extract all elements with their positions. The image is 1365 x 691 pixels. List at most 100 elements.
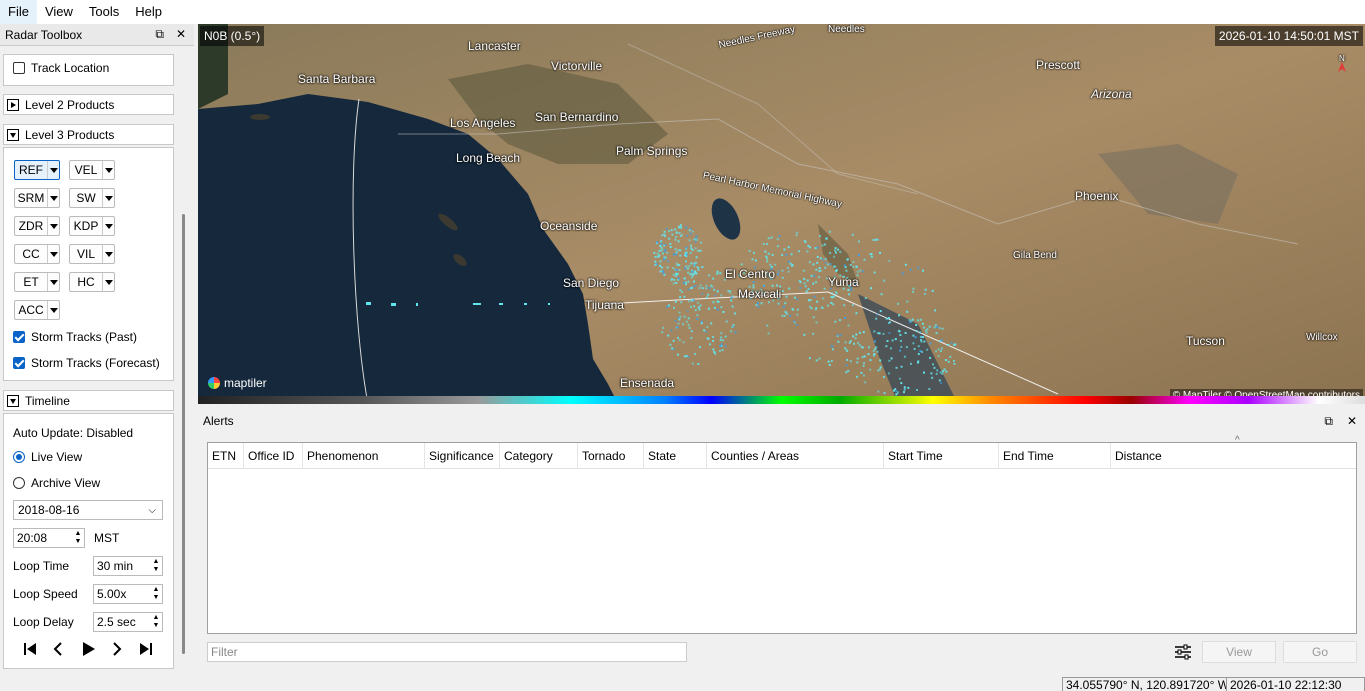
spin-arrows-icon[interactable]: ▲ ▼ — [150, 585, 162, 603]
loop-time-spinbox[interactable]: 30 min ▲ ▼ — [93, 556, 163, 576]
filter-input[interactable]: Filter — [207, 642, 687, 662]
archive-view-label: Archive View — [31, 476, 101, 490]
city-label: Ensenada — [620, 376, 675, 390]
timeline-panel: Auto Update: Disabled Live View Archive … — [3, 413, 174, 669]
product-cc[interactable]: CC — [14, 244, 60, 264]
product-zdr[interactable]: ZDR — [14, 216, 60, 236]
utc-clock: 2026-01-10 22:12:30 UTC — [1226, 677, 1365, 691]
menu-file[interactable]: File — [0, 0, 37, 24]
play-button[interactable] — [78, 640, 98, 658]
float-icon[interactable]: ⧉ — [155, 27, 164, 42]
city-label: Tucson — [1186, 334, 1225, 348]
step-back-button[interactable] — [48, 640, 68, 658]
radar-map[interactable]: N0B (0.5°) 2026-01-10 14:50:01 MST N Lan… — [198, 24, 1365, 404]
checkbox-icon — [13, 357, 25, 369]
track-location-checkbox[interactable]: Track Location — [13, 61, 109, 75]
go-button[interactable]: Go — [1283, 641, 1357, 663]
city-label: Lancaster — [468, 39, 521, 53]
date-select[interactable]: 2018-08-16 ⌵ — [13, 500, 163, 520]
spin-arrows-icon[interactable]: ▲ ▼ — [72, 529, 84, 547]
float-icon[interactable]: ⧉ — [1324, 414, 1333, 429]
city-label: Willcox — [1306, 332, 1338, 343]
column-header[interactable]: Start Time — [884, 443, 999, 469]
menu-view[interactable]: View — [37, 0, 81, 24]
city-label: Needles — [828, 24, 865, 35]
state-label: Arizona — [1091, 87, 1132, 101]
product-hc[interactable]: HC — [69, 272, 115, 292]
chevron-down-icon: ⌵ — [148, 504, 156, 516]
radio-icon — [13, 451, 25, 463]
spin-arrows-icon[interactable]: ▲ ▼ — [150, 613, 162, 631]
toolbox-title: Radar Toolbox — [5, 27, 83, 42]
filter-settings-button[interactable] — [1172, 642, 1194, 662]
close-icon[interactable]: ✕ — [1347, 414, 1357, 429]
product-srm[interactable]: SRM — [14, 188, 60, 208]
alerts-title: Alerts — [203, 414, 234, 428]
storm-tracks-past-checkbox[interactable]: Storm Tracks (Past) — [13, 330, 137, 344]
column-header[interactable]: Counties / Areas — [707, 443, 884, 469]
timeline-section[interactable]: Timeline — [3, 390, 174, 411]
column-header[interactable]: Significance — [425, 443, 500, 469]
time-value: 20:08 — [17, 531, 48, 545]
live-view-label: Live View — [31, 450, 83, 464]
loop-delay-spinbox[interactable]: 2.5 sec ▲ ▼ — [93, 612, 163, 632]
column-header[interactable]: Phenomenon — [303, 443, 425, 469]
skip-end-button[interactable] — [136, 640, 156, 658]
city-label: Los Angeles — [450, 116, 516, 130]
toolbox-scrollbar[interactable] — [182, 214, 185, 654]
product-sw[interactable]: SW — [69, 188, 115, 208]
radar-color-scale — [198, 396, 1365, 404]
column-header[interactable]: Category — [500, 443, 578, 469]
spin-arrows-icon[interactable]: ▲ ▼ — [150, 557, 162, 575]
column-header[interactable]: Tornado — [578, 443, 644, 469]
menu-help[interactable]: Help — [127, 0, 170, 24]
alerts-table-header: ^ ETN Office ID Phenomenon Significance … — [208, 435, 1356, 469]
city-label: Phoenix — [1075, 189, 1119, 203]
loop-speed-label: Loop Speed — [13, 587, 78, 601]
product-acc[interactable]: ACC — [14, 300, 60, 320]
skip-start-icon — [24, 643, 36, 655]
sliders-icon — [1175, 644, 1191, 660]
loop-time-value: 30 min — [97, 559, 134, 573]
date-value: 2018-08-16 — [18, 503, 80, 517]
column-header[interactable]: End Time — [999, 443, 1111, 469]
alerts-header: Alerts ⧉ ✕ — [198, 410, 1365, 432]
level2-section[interactable]: Level 2 Products — [3, 94, 174, 115]
radar-toolbox: Radar Toolbox ⧉ ✕ Track Location Level 2… — [0, 24, 194, 691]
product-vil[interactable]: VIL — [69, 244, 115, 264]
city-label: Palm Springs — [616, 144, 688, 158]
collapse-icon — [7, 394, 19, 407]
column-header[interactable]: Office ID — [244, 443, 303, 469]
storm-tracks-forecast-checkbox[interactable]: Storm Tracks (Forecast) — [13, 356, 160, 370]
product-ref[interactable]: REF — [14, 160, 60, 180]
storm-forecast-label: Storm Tracks (Forecast) — [31, 356, 160, 370]
chevron-right-icon — [113, 642, 122, 656]
city-label: Long Beach — [456, 151, 521, 165]
city-label: Prescott — [1036, 58, 1081, 72]
skip-start-button[interactable] — [20, 640, 40, 658]
timeline-label: Timeline — [25, 393, 70, 408]
level3-section[interactable]: Level 3 Products — [3, 124, 174, 145]
archive-view-radio[interactable]: Archive View — [13, 476, 100, 490]
loop-speed-spinbox[interactable]: 5.00x ▲ ▼ — [93, 584, 163, 604]
city-label: El Centro — [725, 267, 776, 281]
level3-panel: REF VEL SRM SW ZDR KDP CC VIL ET HC ACC … — [3, 147, 174, 381]
expand-icon — [7, 98, 19, 111]
storm-past-label: Storm Tracks (Past) — [31, 330, 138, 344]
column-header[interactable]: State — [644, 443, 707, 469]
checkbox-icon — [13, 62, 25, 74]
column-header[interactable]: ETN — [208, 443, 244, 469]
city-label: Santa Barbara — [298, 72, 376, 86]
live-view-radio[interactable]: Live View — [13, 450, 82, 464]
step-forward-button[interactable] — [107, 640, 127, 658]
product-vel[interactable]: VEL — [69, 160, 115, 180]
cursor-coordinates: 34.055790° N, 120.891720° W — [1062, 677, 1234, 691]
view-button[interactable]: View — [1202, 641, 1276, 663]
time-spinbox[interactable]: 20:08 ▲ ▼ — [13, 528, 85, 548]
menu-tools[interactable]: Tools — [81, 0, 127, 24]
column-header[interactable]: Distance — [1111, 443, 1356, 469]
product-et[interactable]: ET — [14, 272, 60, 292]
close-icon[interactable]: ✕ — [176, 27, 186, 42]
product-label: N0B (0.5°) — [200, 26, 265, 46]
product-kdp[interactable]: KDP — [69, 216, 115, 236]
